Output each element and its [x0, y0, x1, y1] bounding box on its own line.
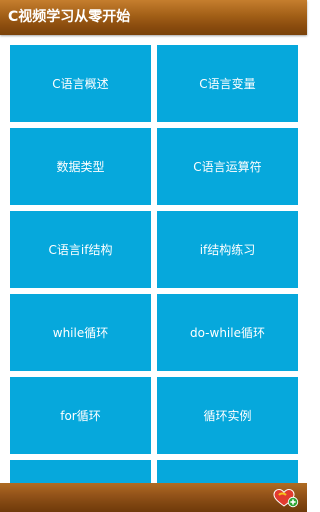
menu-tile-loop-examples[interactable]: 循环实例 [157, 377, 298, 454]
app-title-bar: C视频学习从零开始 [0, 0, 307, 35]
menu-tile-do-while-loop[interactable]: do-while循环 [157, 294, 298, 371]
menu-tile-c-if-structure[interactable]: C语言if结构 [10, 211, 151, 288]
menu-tile-for-loop[interactable]: for循环 [10, 377, 151, 454]
menu-tile-if-practice[interactable]: if结构练习 [157, 211, 298, 288]
menu-tile-data-types[interactable]: 数据类型 [10, 128, 151, 205]
bottom-bar [0, 483, 307, 512]
menu-content[interactable]: C语言概述 C语言变量 数据类型 C语言运算符 C语言if结构 if结构练习 w… [0, 35, 307, 483]
menu-tile-c-operators[interactable]: C语言运算符 [157, 128, 298, 205]
app-title: C视频学习从零开始 [8, 9, 131, 25]
menu-tile-while-loop[interactable]: while循环 [10, 294, 151, 371]
menu-tile-partial-left[interactable] [10, 460, 151, 483]
menu-tile-c-variables[interactable]: C语言变量 [157, 45, 298, 122]
menu-grid: C语言概述 C语言变量 数据类型 C语言运算符 C语言if结构 if结构练习 w… [10, 45, 298, 483]
menu-tile-partial-right[interactable] [157, 460, 298, 483]
menu-tile-c-overview[interactable]: C语言概述 [10, 45, 151, 122]
heart-plus-icon[interactable] [273, 488, 299, 508]
